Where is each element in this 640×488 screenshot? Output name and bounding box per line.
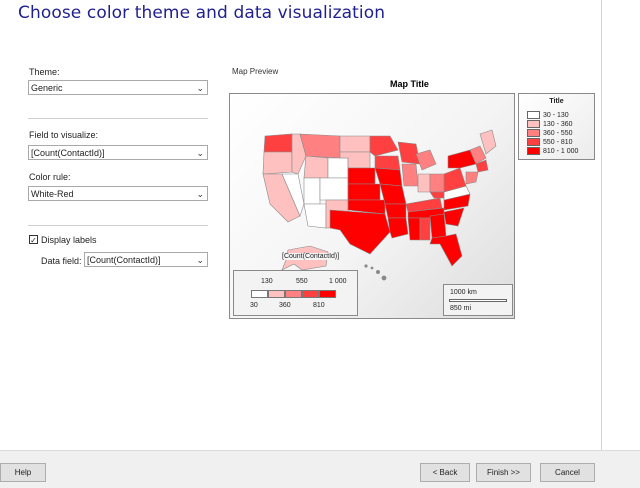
legend-swatch xyxy=(527,129,540,137)
map-preview-label: Map Preview xyxy=(232,67,279,76)
data-field-select-value: [Count(ContactId)] xyxy=(87,255,161,265)
state-shape xyxy=(429,191,445,199)
state-shape xyxy=(262,151,293,175)
color-scale-label: 810 xyxy=(313,302,325,309)
state-shape xyxy=(369,135,399,157)
state-shape xyxy=(347,183,381,201)
state-shape xyxy=(374,167,403,187)
color-scale-label: 360 xyxy=(279,302,291,309)
state-shape xyxy=(401,163,419,187)
field-label: Field to visualize: xyxy=(29,130,99,140)
state-shape xyxy=(429,173,445,193)
separator xyxy=(28,225,208,226)
color-scale-box xyxy=(285,290,302,298)
field-select-value: [Count(ContactId)] xyxy=(31,148,105,158)
legend-item: 810 - 1 000 xyxy=(527,147,578,155)
data-field-label: Data field: xyxy=(41,256,82,266)
display-labels-checkbox[interactable]: ✓ xyxy=(29,235,38,245)
legend-swatch xyxy=(527,147,540,155)
legend-swatch xyxy=(527,138,540,146)
chevron-down-icon: ⌄ xyxy=(196,83,204,93)
state-shape xyxy=(443,207,465,227)
state-shape xyxy=(329,209,391,255)
color-scale-box xyxy=(319,290,336,298)
state-shape xyxy=(339,135,371,153)
state-shape xyxy=(415,149,437,171)
legend-title: Title xyxy=(549,98,564,105)
panel-divider xyxy=(601,0,602,450)
legend-item: 550 - 810 xyxy=(527,138,573,146)
state-shape xyxy=(303,203,327,229)
legend-item: 30 - 130 xyxy=(527,111,569,119)
back-button[interactable]: < Back xyxy=(420,463,470,482)
color-scale-box xyxy=(268,290,285,298)
state-shape xyxy=(319,177,349,201)
state-shape xyxy=(347,167,376,185)
color-scale-label: 130 xyxy=(261,278,273,285)
color-rule-label: Color rule: xyxy=(29,172,71,182)
legend-item: 360 - 550 xyxy=(527,129,573,137)
state-shape xyxy=(303,155,329,179)
chevron-down-icon: ⌄ xyxy=(196,189,204,199)
theme-select[interactable]: Generic ⌄ xyxy=(28,80,208,95)
theme-label: Theme: xyxy=(29,67,60,77)
theme-select-value: Generic xyxy=(31,83,63,93)
state-shape xyxy=(429,233,463,267)
state-shape xyxy=(303,177,321,205)
state-shape xyxy=(407,217,421,241)
map-title: Map Title xyxy=(390,79,429,89)
map-data-label: [Count(ContactId)] xyxy=(282,253,340,260)
page-title: Choose color theme and data visualizatio… xyxy=(18,3,386,23)
chevron-down-icon: ⌄ xyxy=(196,255,204,265)
color-scale-label: 30 xyxy=(250,302,258,309)
distance-km-label: 1000 km xyxy=(450,289,477,296)
legend-item: 130 - 360 xyxy=(527,120,573,128)
chevron-down-icon: ⌄ xyxy=(196,148,204,158)
color-scale-box xyxy=(251,290,268,298)
separator xyxy=(28,118,208,119)
state-shape xyxy=(429,213,447,239)
state-shape xyxy=(397,141,421,165)
state-shape xyxy=(465,171,479,185)
state-shape xyxy=(263,133,293,153)
help-button[interactable]: Help xyxy=(0,463,46,482)
hawaii-shape xyxy=(364,264,387,281)
legend-swatch xyxy=(527,120,540,128)
color-scale-label: 550 xyxy=(296,278,308,285)
state-shape xyxy=(299,133,341,159)
legend-swatch xyxy=(527,111,540,119)
field-select[interactable]: [Count(ContactId)] ⌄ xyxy=(28,145,208,160)
color-scale: 130 550 1 000 30 360 810 xyxy=(233,270,358,316)
state-shape xyxy=(419,217,431,241)
distance-mi-label: 850 mi xyxy=(450,305,472,312)
color-scale-label: 1 000 xyxy=(329,278,347,285)
finish-button[interactable]: Finish >> xyxy=(476,463,531,482)
map-legend: Title 30 - 130 130 - 360 360 - 550 550 -… xyxy=(518,93,595,160)
state-shape xyxy=(384,203,407,219)
distance-bar xyxy=(449,299,507,302)
color-rule-select-value: White-Red xyxy=(31,189,74,199)
display-labels-label: Display labels xyxy=(41,235,97,245)
color-scale-box xyxy=(302,290,319,298)
state-shape xyxy=(374,155,401,171)
state-shape xyxy=(387,217,409,239)
data-field-select[interactable]: [Count(ContactId)] ⌄ xyxy=(84,252,208,267)
state-shape xyxy=(327,157,349,179)
color-rule-select[interactable]: White-Red ⌄ xyxy=(28,186,208,201)
cancel-button[interactable]: Cancel xyxy=(540,463,595,482)
distance-scale: 1000 km 850 mi xyxy=(443,284,513,316)
state-shape xyxy=(417,173,431,193)
